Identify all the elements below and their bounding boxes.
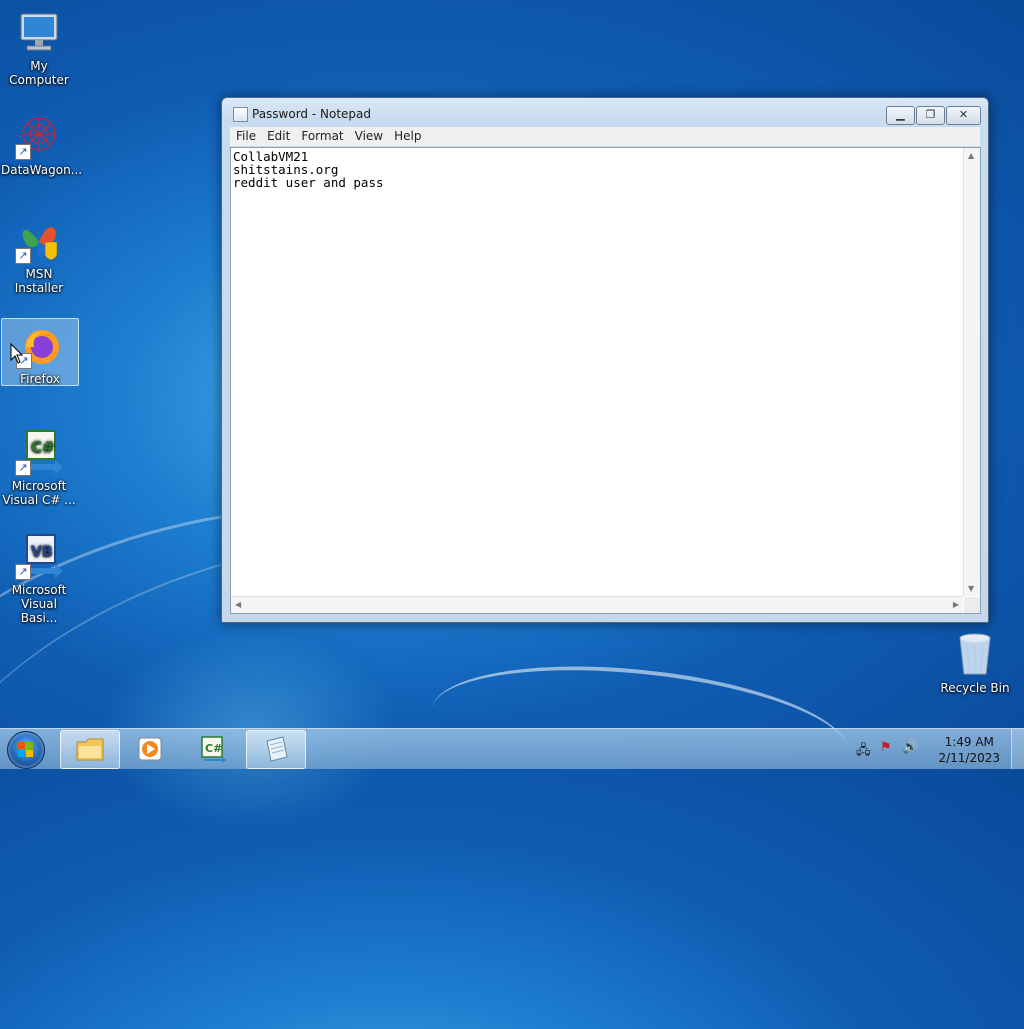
clock[interactable]: 1:49 AM 2/11/2023	[938, 734, 1000, 766]
scroll-up-icon[interactable]: ▲	[968, 151, 974, 160]
notepad-window[interactable]: Password - Notepad ▁ ❐ ✕ File Edit Format V…	[221, 97, 989, 623]
menu-help[interactable]: Help	[388, 127, 426, 143]
svg-text:C#: C#	[31, 438, 55, 456]
start-button[interactable]	[7, 731, 45, 769]
taskbar-visual-csharp-button[interactable]: C#	[184, 730, 242, 767]
desktop-icon-label: My Computer	[9, 59, 69, 87]
svg-text:C#: C#	[205, 742, 222, 755]
desktop-icon-label: MSN Installer	[14, 267, 64, 295]
clock-date: 2/11/2023	[938, 751, 1000, 765]
media-player-icon	[138, 737, 162, 761]
scroll-right-icon[interactable]: ▶	[953, 600, 959, 609]
scroll-left-icon[interactable]: ◀	[235, 600, 241, 609]
visual-csharp-icon: C#	[201, 736, 227, 763]
text-editor-area[interactable]: CollabVM21 shitstains.org reddit user an…	[230, 147, 981, 614]
volume-icon[interactable]: 🔊	[902, 740, 918, 755]
desktop-icon-datawagon[interactable]: ↗ DataWagon...	[1, 112, 83, 177]
close-button[interactable]: ✕	[946, 106, 981, 125]
desktop-icon-visual-basic[interactable]: VB ↗ Microsoft Visual Basi...	[1, 532, 77, 625]
restore-icon: ❐	[925, 108, 936, 121]
desktop-icon-label: Microsoft Visual Basi...	[11, 583, 67, 625]
desktop-icon-my-computer[interactable]: My Computer	[1, 8, 77, 87]
msn-butterfly-icon: ↗	[15, 216, 63, 264]
desktop-icon-msn-installer[interactable]: ↗ MSN Installer	[1, 216, 77, 295]
menu-file[interactable]: File	[230, 127, 261, 143]
shortcut-arrow-icon: ↗	[15, 564, 31, 580]
horizontal-scrollbar[interactable]: ◀ ▶	[231, 596, 963, 613]
folder-icon	[76, 738, 104, 761]
menu-edit[interactable]: Edit	[261, 127, 295, 143]
datawagon-icon: ↗	[15, 112, 63, 160]
desktop-icon-label: Microsoft Visual C# ...	[2, 479, 76, 507]
network-icon[interactable]: 🖧	[856, 741, 871, 763]
menu-format[interactable]: Format	[295, 127, 348, 143]
taskbar-notepad-button[interactable]	[246, 730, 306, 769]
minimize-button[interactable]: ▁	[886, 106, 915, 125]
computer-icon	[15, 8, 63, 56]
visual-basic-icon: VB ↗	[15, 532, 63, 580]
svg-text:VB: VB	[31, 544, 53, 560]
recycle-bin-icon	[951, 630, 999, 678]
document-text[interactable]: CollabVM21 shitstains.org reddit user an…	[233, 150, 384, 189]
title-bar[interactable]: Password - Notepad ▁ ❐ ✕	[222, 98, 988, 128]
shortcut-arrow-icon: ↗	[15, 248, 31, 264]
shortcut-arrow-icon: ↗	[15, 460, 31, 476]
visual-csharp-icon: C# ↗	[15, 428, 63, 476]
scrollbar-corner	[964, 597, 980, 613]
action-center-flag-icon[interactable]: ⚑	[880, 740, 892, 755]
windows-logo-icon	[18, 742, 34, 758]
taskbar-media-player-button[interactable]	[121, 730, 179, 767]
desktop-icon-label: Recycle Bin	[940, 681, 1010, 695]
taskbar: C# 🖧 ⚑ 🔊 1:49 AM 2/11/2023	[0, 728, 1024, 769]
scroll-down-icon[interactable]: ▼	[968, 584, 974, 593]
show-desktop-button[interactable]	[1011, 729, 1024, 769]
minimize-icon: ▁	[896, 108, 905, 121]
vertical-scrollbar[interactable]: ▲ ▼	[963, 148, 980, 596]
clock-time: 1:49 AM	[944, 735, 994, 749]
close-icon: ✕	[958, 108, 969, 121]
shortcut-arrow-icon: ↗	[15, 144, 31, 160]
taskbar-explorer-button[interactable]	[60, 730, 120, 769]
menu-bar: File Edit Format View Help	[230, 127, 980, 146]
system-tray: 🖧 ⚑ 🔊 1:49 AM 2/11/2023	[850, 729, 1010, 769]
menu-view[interactable]: View	[349, 127, 388, 143]
mouse-cursor-icon	[10, 343, 24, 364]
notepad-icon	[233, 107, 248, 122]
desktop-icon-label: DataWagon...	[1, 163, 83, 177]
desktop-icon-visual-csharp[interactable]: C# ↗ Microsoft Visual C# ...	[1, 428, 77, 507]
desktop-icon-recycle-bin[interactable]: Recycle Bin	[937, 630, 1013, 695]
desktop-icon-label: Firefox	[20, 372, 60, 386]
notepad-icon	[266, 736, 288, 762]
maximize-button[interactable]: ❐	[916, 106, 945, 125]
window-title: Password - Notepad	[252, 107, 372, 121]
